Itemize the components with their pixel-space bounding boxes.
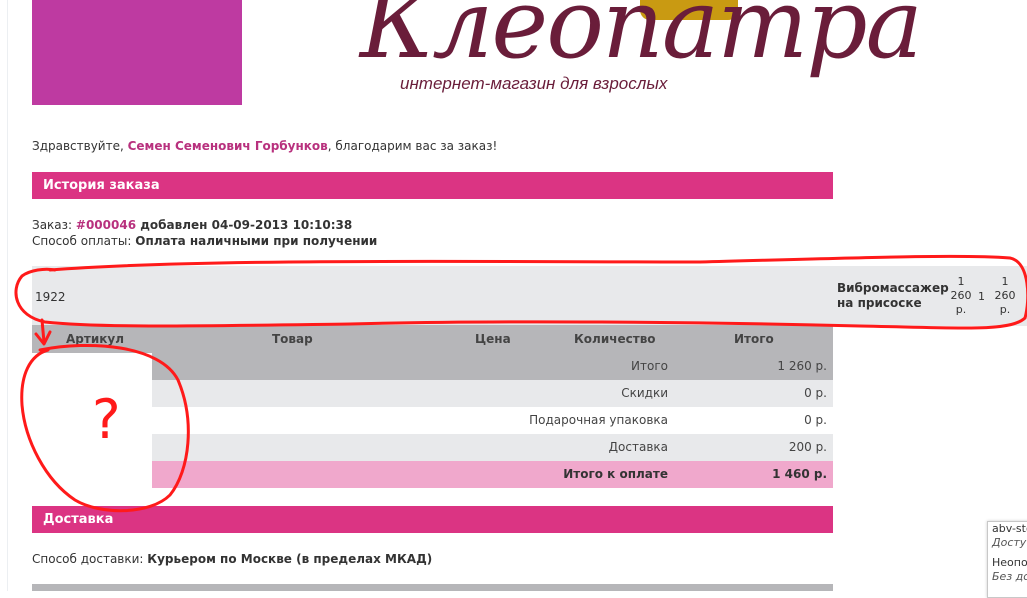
logo-tagline: интернет-магазин для взрослых bbox=[400, 74, 668, 93]
summary-value: 0 р. bbox=[804, 413, 827, 427]
col-total-header: Итого bbox=[734, 332, 774, 346]
summary-row-gift-wrap: Подарочная упаковка 0 р. bbox=[152, 407, 833, 434]
summary-value: 200 р. bbox=[788, 440, 827, 454]
left-edge-rule bbox=[7, 0, 8, 591]
payment-value: Оплата наличными при получении bbox=[135, 234, 378, 248]
brand-color-square bbox=[32, 0, 242, 105]
popup-line: Досту bbox=[992, 536, 1027, 549]
delivery-method-label: Способ доставки: bbox=[32, 552, 148, 566]
order-label: Заказ: bbox=[32, 218, 76, 232]
row-total-line: 1 bbox=[1001, 275, 1009, 288]
summary-label: Подарочная упаковка bbox=[529, 413, 668, 427]
order-history-title: История заказа bbox=[43, 178, 160, 193]
payment-line: Способ оплаты: Оплата наличными при полу… bbox=[32, 234, 377, 248]
col-article-header: Артикул bbox=[66, 332, 124, 346]
row-total-line: р. bbox=[999, 303, 1011, 316]
summary-value: 1 260 р. bbox=[777, 359, 827, 373]
summary-label: Итого bbox=[631, 359, 668, 373]
summary-row-grand-total: Итого к оплате 1 460 р. bbox=[152, 461, 833, 488]
site-logo[interactable]: Клеопатра интернет-магазин для взрослых bbox=[240, 0, 923, 110]
delivery-header: Доставка bbox=[32, 506, 833, 533]
order-history-header: История заказа bbox=[32, 172, 833, 199]
row-price: 1 260 р. bbox=[949, 275, 973, 317]
summary-label: Скидки bbox=[621, 386, 668, 400]
greeting-prefix: Здравствуйте, bbox=[32, 139, 128, 153]
row-total-line: 260 bbox=[994, 289, 1016, 302]
misplaced-product-row: 1922 Вибромассажер на присоске 1 260 р. … bbox=[32, 266, 1027, 326]
row-product-name: Вибромассажер на присоске bbox=[837, 281, 949, 310]
order-added-text: добавлен 04-09-2013 10:10:38 bbox=[136, 218, 353, 232]
summary-value: 0 р. bbox=[804, 386, 827, 400]
summary-value: 1 460 р. bbox=[772, 467, 827, 481]
col-product-header: Товар bbox=[272, 332, 313, 346]
delivery-method-value: Курьером по Москве (в пределах МКАД) bbox=[147, 552, 433, 566]
order-line: Заказ: #000046 добавлен 04-09-2013 10:10… bbox=[32, 218, 352, 232]
row-price-line: р. bbox=[955, 303, 967, 316]
summary-label: Итого к оплате bbox=[563, 467, 668, 481]
row-price-line: 260 bbox=[950, 289, 972, 302]
customer-name: Семен Семенович Горбунков bbox=[127, 139, 328, 153]
logo-script-text: Клеопатра bbox=[360, 0, 923, 80]
col-quantity-header: Количество bbox=[574, 332, 656, 346]
row-price-line: 1 bbox=[957, 275, 965, 288]
next-section-strip bbox=[32, 584, 833, 591]
summary-row-shipping: Доставка 200 р. bbox=[152, 434, 833, 461]
order-table-header: Артикул Товар Цена Количество Итого bbox=[32, 325, 833, 353]
row-total: 1 260 р. bbox=[993, 275, 1017, 317]
empty-cell-area bbox=[32, 353, 152, 487]
row-article: 1922 bbox=[35, 290, 66, 304]
delivery-method-line: Способ доставки: Курьером по Москве (в п… bbox=[32, 552, 432, 566]
payment-label: Способ оплаты: bbox=[32, 234, 136, 248]
popup-line: abv-sto bbox=[992, 522, 1027, 535]
greeting-suffix: , благодарим вас за заказ! bbox=[327, 139, 498, 153]
summary-label: Доставка bbox=[608, 440, 668, 454]
delivery-title: Доставка bbox=[43, 512, 114, 527]
summary-row-discount: Скидки 0 р. bbox=[152, 380, 833, 407]
greeting-text: Здравствуйте, Семен Семенович Горбунков,… bbox=[32, 139, 497, 153]
side-popup[interactable]: abv-sto Досту Неопо Без до bbox=[987, 521, 1027, 598]
order-id-link[interactable]: #000046 bbox=[76, 218, 136, 232]
summary-row-subtotal: Итого 1 260 р. bbox=[152, 353, 833, 380]
col-price-header: Цена bbox=[475, 332, 511, 346]
row-quantity: 1 bbox=[978, 290, 985, 303]
popup-line: Неопо bbox=[992, 556, 1027, 569]
popup-line: Без до bbox=[992, 570, 1027, 583]
